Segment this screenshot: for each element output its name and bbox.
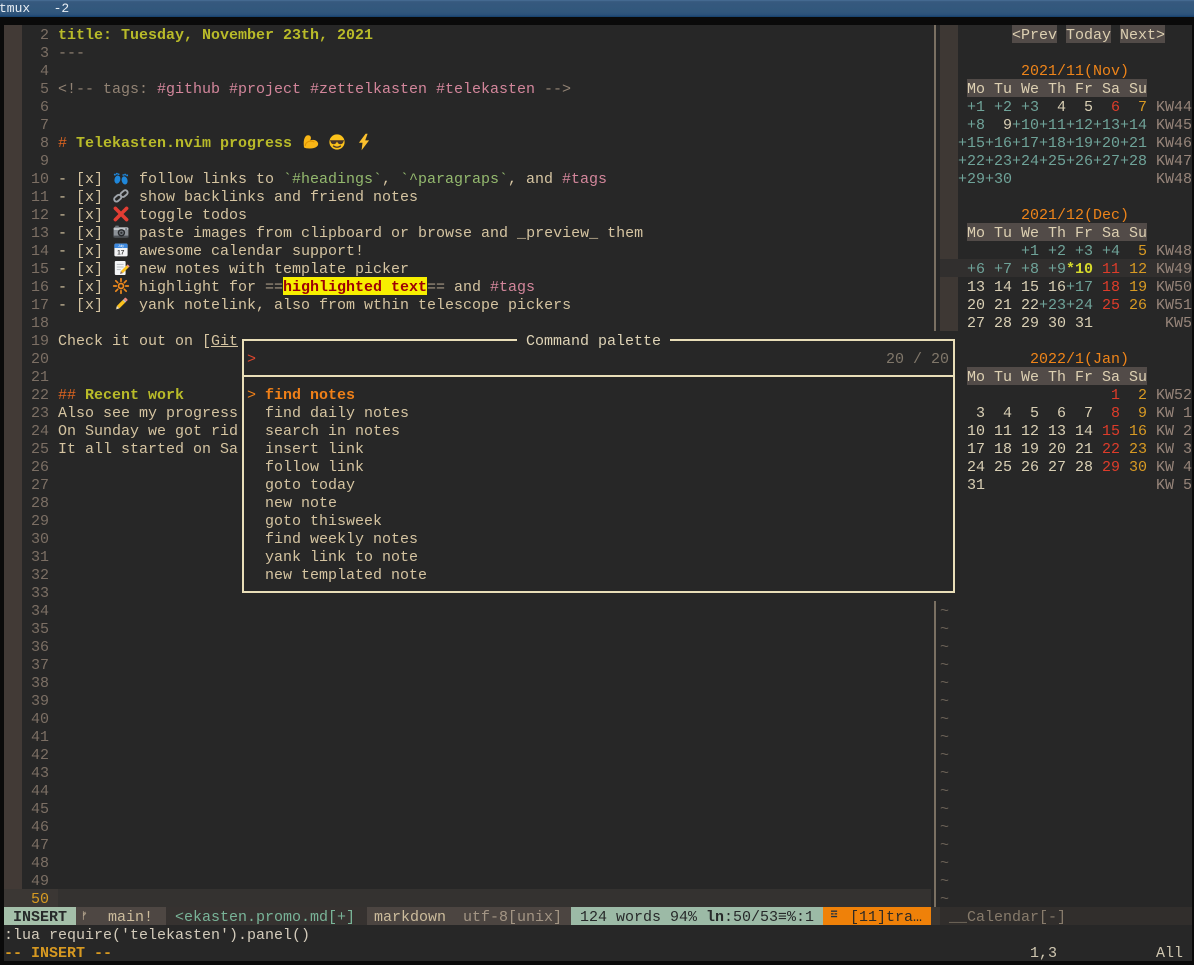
svg-text:July: July — [118, 244, 124, 248]
svg-text:17: 17 — [117, 249, 125, 256]
